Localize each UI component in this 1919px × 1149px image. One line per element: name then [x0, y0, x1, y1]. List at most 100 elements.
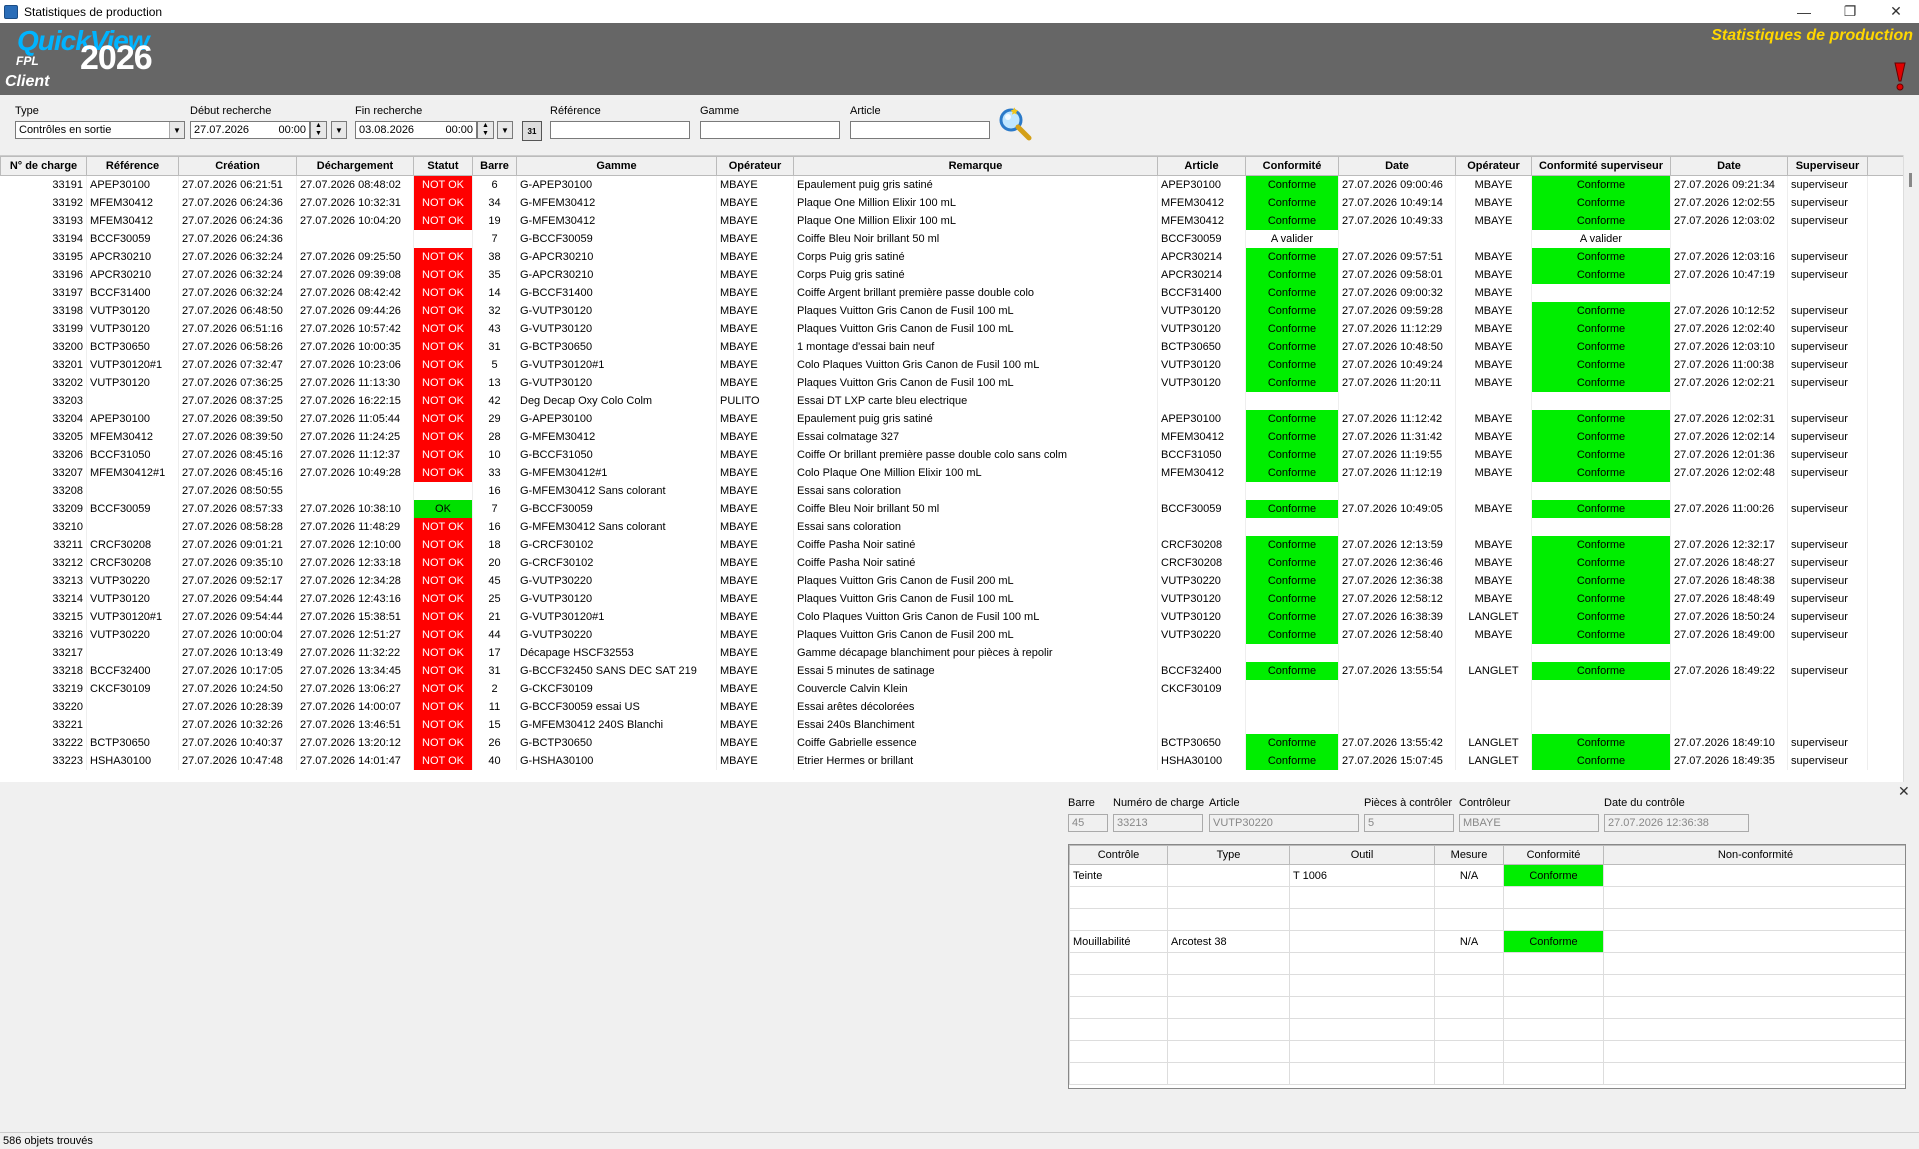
gamme-input[interactable] — [700, 121, 840, 139]
column-header[interactable]: Opérateur — [716, 156, 794, 176]
detail-column-header[interactable]: Mesure — [1434, 845, 1504, 865]
table-cell: Conforme — [1245, 409, 1339, 428]
chevron-down-icon[interactable]: ▼ — [169, 122, 184, 138]
table-row[interactable]: 33213 VUTP30220 27.07.2026 09:52:17 27.07.2… — [0, 571, 1903, 590]
column-header[interactable]: N° de charge — [0, 156, 87, 176]
detail-row[interactable] — [1069, 1040, 1905, 1063]
restore-button[interactable]: ❐ — [1827, 0, 1873, 23]
table-cell: 27.07.2026 12:36:46 — [1338, 553, 1456, 572]
column-header[interactable]: Déchargement — [296, 156, 414, 176]
table-row[interactable]: 33194 BCCF30059 27.07.2026 06:24:36 7 G-BCCF… — [0, 229, 1903, 248]
detail-row[interactable] — [1069, 1062, 1905, 1085]
detail-row[interactable]: Mouillabilité Arcotest 38 N/A Conforme — [1069, 930, 1905, 953]
scrollbar-thumb[interactable] — [1909, 173, 1912, 187]
table-cell: Conforme — [1245, 553, 1339, 572]
column-header[interactable]: Article — [1157, 156, 1246, 176]
table-cell: superviseur — [1787, 211, 1868, 230]
alert-icon[interactable] — [1893, 61, 1907, 91]
calendar-icon[interactable]: 31 — [522, 121, 542, 141]
results-grid[interactable]: N° de charge Référence Création Déchargemen… — [0, 155, 1903, 782]
detail-controls-grid[interactable]: Contrôle Type Outil Mesure Conformité Non-con… — [1068, 844, 1906, 1089]
table-row[interactable]: 33215 VUTP30120#1 27.07.2026 09:54:44 27.07… — [0, 607, 1903, 626]
column-header[interactable]: Opérateur — [1455, 156, 1532, 176]
column-header[interactable]: Barre — [472, 156, 517, 176]
fin-dropdown-button[interactable]: ▼ — [497, 121, 513, 139]
detail-row[interactable] — [1069, 1018, 1905, 1041]
close-icon[interactable]: ✕ — [1898, 783, 1910, 800]
column-header[interactable]: Date — [1338, 156, 1456, 176]
table-row[interactable]: 33201 VUTP30120#1 27.07.2026 07:32:47 27.07… — [0, 355, 1903, 374]
detail-row[interactable] — [1069, 996, 1905, 1019]
table-cell: G-VUTP30220 — [516, 625, 717, 644]
search-icon[interactable] — [998, 107, 1032, 141]
detail-column-header[interactable]: Outil — [1289, 845, 1435, 865]
detail-row[interactable] — [1069, 886, 1905, 909]
vertical-scrollbar[interactable] — [1903, 155, 1919, 782]
type-select[interactable]: Contrôles en sortie ▼ — [15, 121, 185, 139]
table-row[interactable]: 33222 BCTP30650 27.07.2026 10:40:37 27.07.2… — [0, 733, 1903, 752]
table-row[interactable]: 33212 CRCF30208 27.07.2026 09:35:10 27.07.2… — [0, 553, 1903, 572]
column-header[interactable]: Conformité superviseur — [1531, 156, 1671, 176]
table-row[interactable]: 33196 APCR30210 27.07.2026 06:32:24 27.07.2… — [0, 265, 1903, 284]
table-row[interactable]: 33209 BCCF30059 27.07.2026 08:57:33 27.07.2… — [0, 499, 1903, 518]
table-row[interactable]: 33206 BCCF31050 27.07.2026 08:45:16 27.07.2… — [0, 445, 1903, 464]
column-header[interactable]: Statut — [413, 156, 473, 176]
close-button[interactable]: ✕ — [1873, 0, 1919, 23]
table-row[interactable]: 33203 27.07.2026 08:37:25 27.07.2026 16:22… — [0, 391, 1903, 410]
table-row[interactable]: 33198 VUTP30120 27.07.2026 06:48:50 27.07.2… — [0, 301, 1903, 320]
table-row[interactable]: 33218 BCCF32400 27.07.2026 10:17:05 27.07.2… — [0, 661, 1903, 680]
detail-row[interactable] — [1069, 974, 1905, 997]
column-header[interactable]: Référence — [86, 156, 179, 176]
table-row[interactable]: 33197 BCCF31400 27.07.2026 06:32:24 27.07.2… — [0, 283, 1903, 302]
table-row[interactable]: 33204 APEP30100 27.07.2026 08:39:50 27.07.2… — [0, 409, 1903, 428]
table-row[interactable]: 33219 CKCF30109 27.07.2026 10:24:50 27.07.2… — [0, 679, 1903, 698]
table-row[interactable]: 33199 VUTP30120 27.07.2026 06:51:16 27.07.2… — [0, 319, 1903, 338]
detail-row[interactable] — [1069, 908, 1905, 931]
reference-input[interactable] — [550, 121, 690, 139]
table-row[interactable]: 33200 BCTP30650 27.07.2026 06:58:26 27.07.2… — [0, 337, 1903, 356]
article-input[interactable] — [850, 121, 990, 139]
detail-column-header[interactable]: Non-conformité — [1603, 845, 1905, 865]
table-row[interactable]: 33223 HSHA30100 27.07.2026 10:47:48 27.07.2… — [0, 751, 1903, 770]
column-header[interactable]: Superviseur — [1787, 156, 1868, 176]
detail-charge-field: 33213 — [1113, 814, 1203, 832]
column-header[interactable]: Gamme — [516, 156, 717, 176]
table-row[interactable]: 33214 VUTP30120 27.07.2026 09:54:44 27.07.2… — [0, 589, 1903, 608]
table-row[interactable]: 33210 27.07.2026 08:58:28 27.07.2026 11:48… — [0, 517, 1903, 536]
table-cell: 27.07.2026 14:01:47 — [296, 751, 414, 770]
table-row[interactable]: 33207 MFEM30412#1 27.07.2026 08:45:16 27.07… — [0, 463, 1903, 482]
table-cell: 31 — [472, 661, 517, 680]
column-header[interactable]: Conformité — [1245, 156, 1339, 176]
table-cell: MBAYE — [716, 481, 794, 500]
detail-column-header[interactable]: Contrôle — [1069, 845, 1168, 865]
table-cell-filler — [1867, 319, 1903, 338]
table-cell — [1670, 643, 1788, 662]
table-row[interactable]: 33217 27.07.2026 10:13:49 27.07.2026 11:32… — [0, 643, 1903, 662]
column-header[interactable]: Remarque — [793, 156, 1158, 176]
table-row[interactable]: 33220 27.07.2026 10:28:39 27.07.2026 14:00… — [0, 697, 1903, 716]
table-row[interactable]: 33202 VUTP30120 27.07.2026 07:36:25 27.07.2… — [0, 373, 1903, 392]
detail-row[interactable]: Teinte T 1006 N/A Conforme — [1069, 864, 1905, 887]
fin-spinner[interactable]: ▲ ▼ — [477, 121, 494, 139]
detail-column-header[interactable]: Conformité — [1503, 845, 1604, 865]
table-row[interactable]: 33193 MFEM30412 27.07.2026 06:24:36 27.07.2… — [0, 211, 1903, 230]
table-row[interactable]: 33221 27.07.2026 10:32:26 27.07.2026 13:46… — [0, 715, 1903, 734]
table-row[interactable]: 33216 VUTP30220 27.07.2026 10:00:04 27.07.2… — [0, 625, 1903, 644]
debut-dropdown-button[interactable]: ▼ — [331, 121, 347, 139]
table-cell: 33198 — [0, 301, 87, 320]
column-header[interactable]: Date — [1670, 156, 1788, 176]
table-row[interactable]: 33195 APCR30210 27.07.2026 06:32:24 27.07.2… — [0, 247, 1903, 266]
table-row[interactable]: 33192 MFEM30412 27.07.2026 06:24:36 27.07.2… — [0, 193, 1903, 212]
table-row[interactable]: 33208 27.07.2026 08:50:55 16 G-MFEM30412 Sa… — [0, 481, 1903, 500]
table-row[interactable]: 33191 APEP30100 27.07.2026 06:21:51 27.07.2… — [0, 175, 1903, 194]
detail-column-header[interactable]: Type — [1167, 845, 1290, 865]
column-header[interactable]: Création — [178, 156, 297, 176]
table-cell: superviseur — [1787, 337, 1868, 356]
table-row[interactable]: 33205 MFEM30412 27.07.2026 08:39:50 27.07.2… — [0, 427, 1903, 446]
debut-datetime-input[interactable]: 27.07.2026 00:00 — [190, 121, 310, 139]
detail-row[interactable] — [1069, 952, 1905, 975]
table-row[interactable]: 33211 CRCF30208 27.07.2026 09:01:21 27.07.2… — [0, 535, 1903, 554]
debut-spinner[interactable]: ▲ ▼ — [310, 121, 327, 139]
minimize-button[interactable]: — — [1781, 0, 1827, 23]
fin-datetime-input[interactable]: 03.08.2026 00:00 — [355, 121, 477, 139]
